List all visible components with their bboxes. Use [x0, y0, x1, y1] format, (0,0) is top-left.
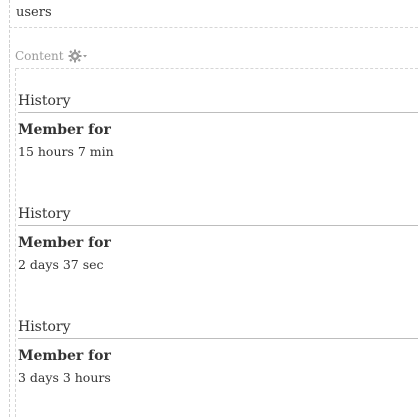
- chevron-down-icon: [82, 55, 87, 58]
- content-region: Content History Member for 15 hours 7 mi…: [9, 44, 418, 417]
- history-divider: [18, 112, 418, 113]
- history-heading: History: [18, 319, 71, 335]
- history-divider: [18, 338, 418, 339]
- profile-list: History Member for 15 hours 7 min Histor…: [15, 68, 418, 417]
- member-for-label: Member for: [18, 235, 111, 251]
- users-block-divider: [9, 27, 418, 28]
- profile-history-section: History Member for 3 days 3 hours: [18, 318, 418, 387]
- history-heading: History: [18, 206, 71, 222]
- history-heading: History: [18, 93, 71, 109]
- member-for-value: 3 days 3 hours: [18, 370, 111, 385]
- member-for-value: 15 hours 7 min: [18, 144, 114, 159]
- member-for-label: Member for: [18, 348, 111, 364]
- member-for-label: Member for: [18, 122, 111, 138]
- gear-icon: [68, 49, 87, 63]
- member-for-value: 2 days 37 sec: [18, 257, 104, 272]
- content-settings-button[interactable]: [68, 49, 88, 63]
- content-region-header: Content: [15, 49, 88, 63]
- page: users Content History Member for 15 hour…: [0, 0, 418, 417]
- profile-history-section: History Member for 15 hours 7 min: [18, 92, 418, 161]
- content-region-label: Content: [15, 49, 64, 63]
- users-block-title: users: [16, 5, 52, 20]
- history-divider: [18, 225, 418, 226]
- profile-history-section: History Member for 2 days 37 sec: [18, 205, 418, 274]
